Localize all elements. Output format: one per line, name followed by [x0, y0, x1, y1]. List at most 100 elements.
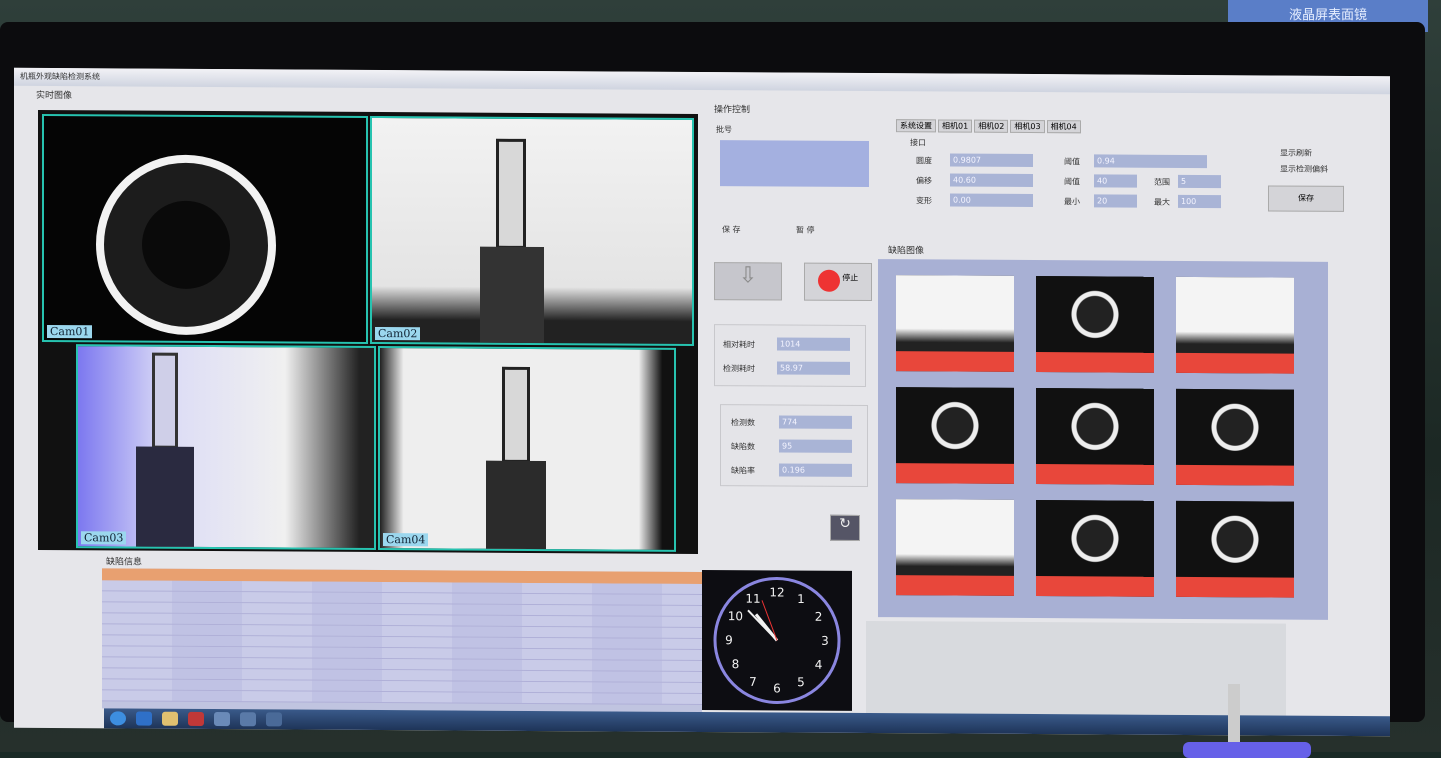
folder-icon[interactable]	[162, 711, 178, 726]
table-row[interactable]	[102, 690, 702, 705]
defect-table	[102, 568, 702, 712]
clock-number: 7	[749, 675, 757, 689]
refresh-icon: ↻	[839, 515, 851, 532]
timing-value-2: 58.97	[777, 361, 850, 375]
defect-thumb-bottle[interactable]	[896, 275, 1014, 372]
counts-box: 检测数 774 缺陷数 95 缺陷率 0.196	[720, 404, 868, 488]
defect-image-grid	[878, 259, 1328, 620]
app-icon[interactable]	[266, 712, 282, 727]
timing-label-1: 相对耗时	[723, 340, 755, 350]
tab-cam3[interactable]: 相机03	[1010, 119, 1045, 134]
camera-view-2[interactable]: Cam02	[370, 115, 694, 346]
browser-icon[interactable]	[136, 711, 152, 726]
save-button[interactable]: 保存	[1268, 185, 1344, 212]
bottle-body	[486, 460, 546, 552]
param-label2-2: 阈值	[1064, 177, 1080, 187]
param-value-3[interactable]: 0.00	[950, 193, 1033, 208]
clock-number: 5	[797, 675, 805, 689]
stop-icon	[817, 269, 840, 292]
bottle-mouth-center	[142, 200, 230, 290]
monitor-bezel: 机瓶外观缺陷检测系统 实时图像 Cam01 Cam02 Cam03 Cam04 …	[0, 22, 1425, 737]
param-extra-value-1[interactable]: 5	[1178, 174, 1221, 189]
start-icon[interactable]	[110, 711, 126, 726]
start-button[interactable]: ⇩	[714, 262, 782, 301]
param-label2-3: 最小	[1064, 197, 1080, 207]
app-icon[interactable]	[240, 712, 256, 727]
bottle-body	[480, 246, 544, 344]
clock-number: 3	[821, 634, 829, 648]
camera-label-4: Cam04	[383, 533, 429, 547]
count-value-2: 95	[779, 439, 852, 453]
clock-number: 9	[725, 633, 733, 647]
camera-label-1: Cam01	[47, 324, 93, 339]
clock-number: 6	[773, 681, 781, 695]
batch-display	[720, 140, 869, 188]
param-extra-label-1: 范围	[1154, 177, 1170, 187]
param-value-2[interactable]: 40.60	[950, 173, 1033, 188]
param-extra-label-2: 最大	[1154, 197, 1170, 207]
param-value-1[interactable]: 0.9807	[950, 153, 1033, 168]
analog-clock: 12 1 2 3 4 5 6 7 8 9 10 11	[702, 570, 852, 711]
bottle-neck	[496, 138, 526, 249]
defect-thumb-bottle[interactable]	[1176, 276, 1294, 374]
defect-thumb-ring[interactable]	[1036, 276, 1154, 373]
param-extra-value-2[interactable]: 100	[1178, 194, 1221, 209]
params-tabs: 系统设置 相机01 相机02 相机03 相机04	[896, 119, 1081, 134]
camera-view-1[interactable]: Cam01	[42, 113, 368, 344]
defect-thumb-ring[interactable]	[1176, 388, 1294, 486]
defect-thumb-ring[interactable]	[1036, 500, 1154, 597]
defect-table-label: 缺陷信息	[104, 554, 145, 568]
tab-cam2[interactable]: 相机02	[974, 119, 1009, 133]
batch-label: 批号	[716, 125, 732, 135]
refresh-button[interactable]: ↻	[830, 514, 860, 541]
monitor-screen: 机瓶外观缺陷检测系统 实时图像 Cam01 Cam02 Cam03 Cam04 …	[14, 67, 1390, 737]
timing-box: 相对耗时 1014 检测耗时 58.97	[714, 324, 866, 388]
corner-badge	[1183, 742, 1311, 758]
clock-number: 4	[815, 658, 823, 672]
param-value2-3[interactable]: 20	[1094, 194, 1137, 208]
tab-system[interactable]: 系统设置	[896, 119, 936, 133]
count-label-2: 缺陷数	[731, 442, 755, 452]
count-value-3: 0.196	[779, 463, 852, 477]
timing-label-2: 检测耗时	[723, 364, 755, 374]
clock-number: 1	[797, 592, 805, 606]
camera-label-2: Cam02	[375, 327, 421, 341]
app-icon[interactable]	[188, 711, 204, 726]
option-skew[interactable]: 显示检测偏斜	[1280, 164, 1328, 175]
clock-number: 8	[732, 657, 740, 671]
tab-cam4[interactable]: 相机04	[1046, 120, 1081, 134]
defect-thumb-ring[interactable]	[1036, 388, 1154, 485]
defect-thumb-ring[interactable]	[1176, 500, 1294, 598]
defect-images-label: 缺陷图像	[886, 243, 927, 257]
clock-number: 10	[728, 609, 743, 623]
pause-checkbox[interactable]: 暂 停	[796, 225, 815, 236]
camera-label-3: Cam03	[81, 531, 127, 545]
save-checkbox[interactable]: 保 存	[722, 224, 741, 235]
param-value2-1[interactable]: 0.94	[1094, 154, 1207, 169]
stop-label: 停止	[842, 273, 859, 283]
count-value-1: 774	[779, 415, 852, 429]
defect-thumb-ring[interactable]	[896, 387, 1014, 484]
defect-thumb-bottle[interactable]	[896, 499, 1014, 596]
cameras-group-label: 实时图像	[34, 87, 75, 102]
params-panel: 系统设置 相机01 相机02 相机03 相机04 接口 圆度 0.9807 偏移…	[888, 115, 1368, 243]
params-section: 接口	[910, 138, 926, 148]
clock-number: 11	[745, 592, 760, 606]
camera-view-4[interactable]: Cam04	[378, 346, 676, 552]
clock-number: 2	[815, 610, 823, 624]
param-label2-1: 阈值	[1064, 157, 1080, 167]
clock-face: 12 12 3 45 6 78 9 1011	[713, 576, 841, 704]
app-icon[interactable]	[214, 712, 230, 727]
camera-view-3[interactable]: Cam03	[76, 344, 376, 551]
bottle-neck	[152, 352, 178, 449]
param-label-1: 圆度	[916, 156, 932, 166]
bottle-neck	[502, 366, 530, 463]
stop-button[interactable]: 停止	[804, 262, 872, 302]
count-label-3: 缺陷率	[731, 466, 755, 476]
arrow-down-icon: ⇩	[738, 263, 758, 289]
bottle-body	[136, 446, 194, 551]
param-value2-2[interactable]: 40	[1094, 174, 1137, 188]
param-label-2: 偏移	[916, 176, 932, 186]
option-refresh[interactable]: 显示刷新	[1280, 148, 1312, 159]
tab-cam1[interactable]: 相机01	[938, 119, 973, 133]
